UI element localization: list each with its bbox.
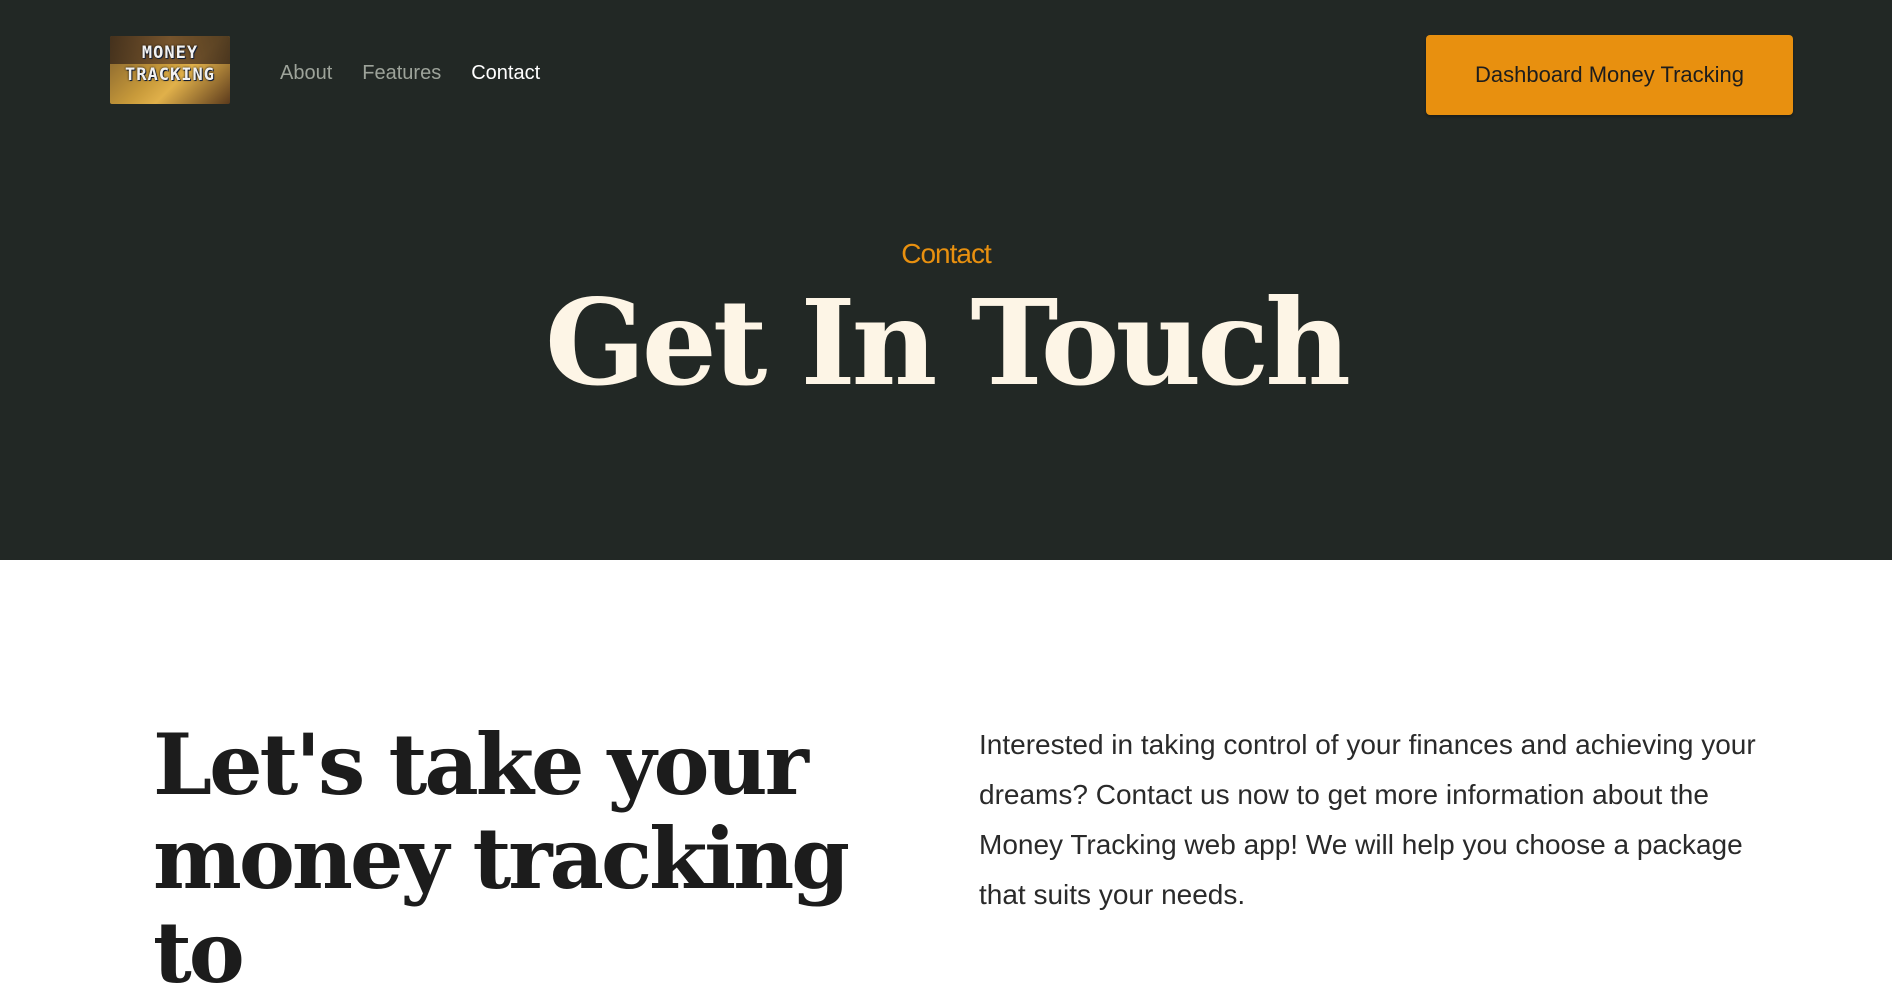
- logo-text: MONEY TRACKING: [125, 43, 215, 85]
- contact-description: Interested in taking control of your fin…: [979, 729, 1756, 910]
- nav-features[interactable]: Features: [362, 62, 441, 85]
- contact-heading: Let's take your money tracking to: [153, 715, 850, 1002]
- logo[interactable]: MONEY TRACKING: [110, 36, 230, 104]
- nav-contact[interactable]: Contact: [471, 62, 540, 85]
- hero-section: MONEY TRACKING About Features Contact Da…: [0, 0, 1892, 560]
- nav-about[interactable]: About: [280, 62, 332, 85]
- section-eyebrow: Contact: [901, 238, 992, 269]
- page-title: Get In Touch: [545, 273, 1351, 412]
- main-nav: About Features Contact: [280, 62, 540, 85]
- dashboard-button[interactable]: Dashboard Money Tracking: [1426, 35, 1793, 115]
